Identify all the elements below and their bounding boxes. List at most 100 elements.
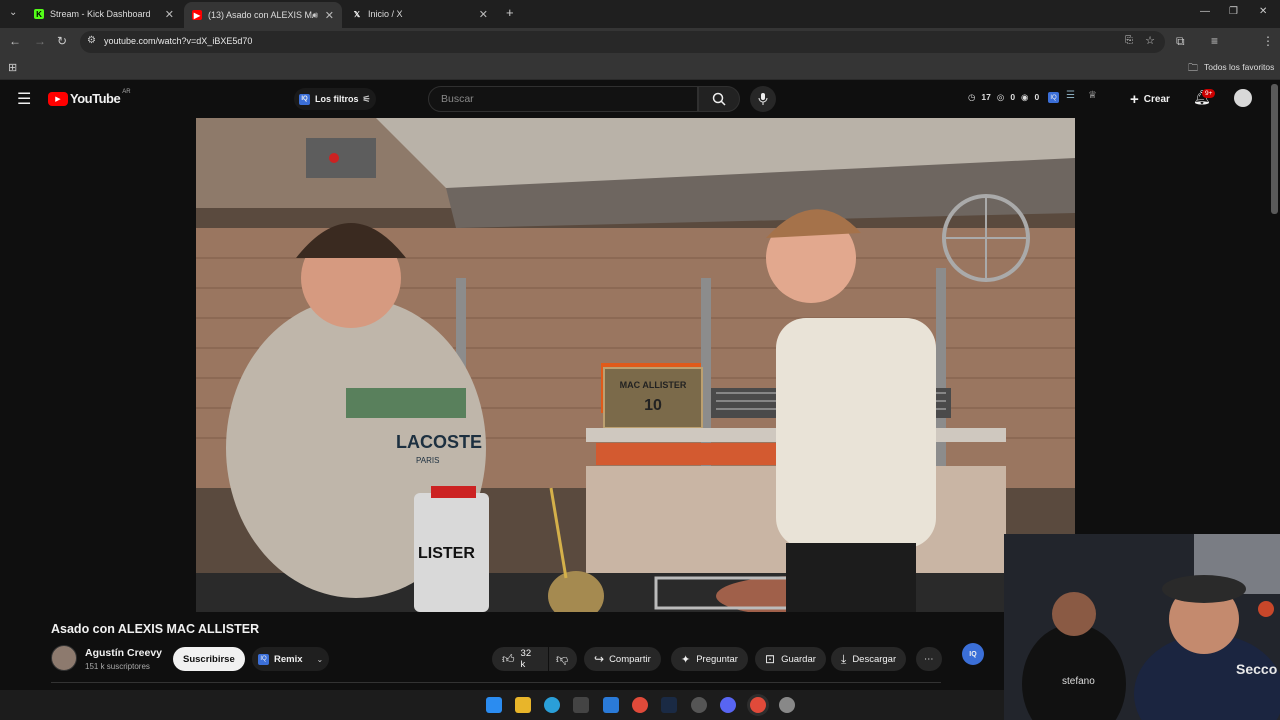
- search-icon: [712, 92, 726, 106]
- store-icon[interactable]: [573, 697, 589, 713]
- subscribe-label: Suscribirse: [183, 653, 235, 665]
- iq-extension-icon[interactable]: IQ: [1048, 92, 1059, 103]
- more-icon: ⋯: [924, 653, 934, 665]
- avatar[interactable]: [1234, 89, 1252, 107]
- save-button[interactable]: ⊡ Guardar: [755, 647, 826, 671]
- share-label: Compartir: [609, 653, 651, 665]
- settings-gear-icon[interactable]: [779, 697, 795, 713]
- iq-floating-icon[interactable]: IQ: [962, 643, 984, 665]
- edge-icon[interactable]: [544, 697, 560, 713]
- grill-sign-line2: 10: [644, 397, 662, 414]
- hamburger-menu-icon[interactable]: ☰: [17, 89, 31, 109]
- menu-icon[interactable]: ⋮: [1262, 34, 1274, 48]
- sliders-icon: ⚟: [362, 93, 371, 104]
- close-icon[interactable]: ✕: [325, 9, 334, 22]
- youtube-header: ☰ ▶ YouTube AR IQ Los filtros ⚟ Buscar ◷…: [0, 80, 1280, 118]
- chrome-icon[interactable]: [632, 697, 648, 713]
- create-button[interactable]: + Crear: [1124, 86, 1180, 112]
- divider: [51, 682, 941, 683]
- share-icon: ↪: [594, 652, 605, 666]
- install-app-icon[interactable]: ⎘: [1125, 35, 1133, 46]
- mail-icon[interactable]: [603, 697, 619, 713]
- tab-youtube[interactable]: ▶ (13) Asado con ALEXIS MAC 🔊︎ ✕: [184, 2, 342, 28]
- speaker-icon[interactable]: 🔊︎: [312, 10, 318, 21]
- close-icon[interactable]: ✕: [165, 8, 174, 21]
- plus-icon: +: [1130, 90, 1139, 108]
- youtube-play-icon: ▶: [48, 91, 68, 106]
- windows-start-icon[interactable]: [486, 697, 502, 713]
- tab-x[interactable]: 𝕏 Inicio / X ✕: [344, 3, 496, 25]
- tab-title: Inicio / X: [368, 9, 403, 19]
- video-player[interactable]: MAC ALLISTER 10 LACOSTE PARIS LISTER: [196, 118, 1075, 612]
- ask-label: Preguntar: [696, 653, 738, 665]
- sweater-subtext: PARIS: [416, 456, 439, 465]
- kick-icon: K: [34, 9, 44, 19]
- channel-avatar[interactable]: [51, 645, 77, 671]
- voice-search-button[interactable]: [750, 86, 776, 112]
- url-text: youtube.com/watch?v=dX_iBXE5d70: [104, 36, 253, 46]
- webcam-jersey-right: Secco: [1236, 661, 1277, 677]
- close-icon[interactable]: ✕: [479, 8, 488, 21]
- steam-icon[interactable]: [661, 697, 677, 713]
- download-label: Descargar: [852, 653, 897, 665]
- iq-icon: IQ: [299, 93, 310, 105]
- region-code: AR: [122, 88, 131, 95]
- site-info-icon[interactable]: ⚙: [87, 35, 96, 46]
- new-tab-button[interactable]: +: [506, 5, 514, 20]
- dislike-button[interactable]: 👎︎: [549, 647, 577, 671]
- list-icon[interactable]: ☰: [1066, 90, 1075, 101]
- media-control-icon[interactable]: ≡: [1211, 34, 1218, 48]
- all-bookmarks-link[interactable]: Todos los favoritos: [1204, 62, 1274, 72]
- ask-button[interactable]: ✦ Preguntar: [671, 647, 748, 671]
- minimize-button[interactable]: —: [1200, 6, 1210, 17]
- share-button[interactable]: ↪ Compartir: [584, 647, 661, 671]
- thumbs-down-icon: 👎︎: [556, 651, 569, 666]
- obs-icon[interactable]: [691, 697, 707, 713]
- eye-icon: ◉: [1021, 92, 1029, 102]
- extensions-icon[interactable]: ⧉: [1176, 34, 1185, 49]
- x-icon: 𝕏: [353, 9, 361, 19]
- tab-search-icon[interactable]: ⌄: [9, 7, 17, 18]
- youtube-logo[interactable]: ▶ YouTube AR: [48, 88, 131, 106]
- browser-tab-strip: ⌄ K Stream - Kick Dashboard ✕ ▶ (13) Asa…: [0, 0, 1280, 28]
- remix-button[interactable]: IQ Remix ⌄: [252, 647, 330, 671]
- close-window-button[interactable]: ✕: [1259, 6, 1267, 17]
- download-button[interactable]: ⤓ Descargar: [831, 647, 907, 671]
- tab-kick[interactable]: K Stream - Kick Dashboard ✕: [26, 3, 182, 25]
- filters-label: Los filtros: [315, 94, 359, 104]
- video-title: Asado con ALEXIS MAC ALLISTER: [51, 622, 260, 636]
- restore-button[interactable]: ❐: [1229, 6, 1238, 17]
- like-button[interactable]: 👍︎ 32 k: [492, 647, 548, 671]
- search-input[interactable]: Buscar: [428, 86, 698, 112]
- trophy-icon[interactable]: ♕: [1088, 90, 1097, 101]
- subscriber-count: 151 k suscriptores: [85, 662, 150, 671]
- thumbs-up-icon: 👍︎: [502, 651, 515, 666]
- channel-name[interactable]: Agustín Creevy: [85, 647, 162, 659]
- circle-icon: ◎: [996, 92, 1005, 102]
- back-icon[interactable]: ←: [9, 34, 21, 48]
- remix-label: Remix: [274, 653, 303, 665]
- video-frame: MAC ALLISTER 10 LACOSTE PARIS LISTER: [196, 118, 1075, 612]
- sweater-text: LACOSTE: [396, 432, 482, 452]
- extension-stats[interactable]: ◷ 17 ◎ 0 ◉ 0: [968, 92, 1039, 103]
- bookmark-icon: ⊡: [765, 652, 776, 666]
- omnibox[interactable]: ⚙ youtube.com/watch?v=dX_iBXE5d70 ⎘ ☆: [80, 31, 1165, 53]
- tab-title: Stream - Kick Dashboard: [50, 9, 151, 19]
- forward-icon[interactable]: →: [34, 34, 46, 48]
- notification-badge: 9+: [1202, 89, 1216, 98]
- filters-button[interactable]: IQ Los filtros ⚟: [294, 88, 376, 110]
- discord-icon[interactable]: [720, 697, 736, 713]
- page-scrollbar[interactable]: [1271, 84, 1278, 214]
- more-actions-button[interactable]: ⋯: [916, 647, 942, 671]
- apps-grid-icon[interactable]: ⊞: [8, 61, 17, 74]
- windows-taskbar: [0, 690, 1004, 720]
- chrome-active-icon[interactable]: [750, 697, 766, 713]
- bookmark-star-icon[interactable]: ☆: [1145, 34, 1155, 47]
- reload-icon[interactable]: ↻: [57, 34, 67, 48]
- subscribe-button[interactable]: Suscribirse: [173, 647, 245, 671]
- file-explorer-icon[interactable]: [515, 697, 531, 713]
- grill-sign-line1: MAC ALLISTER: [620, 380, 687, 390]
- stat-b: 0: [1010, 92, 1016, 102]
- light-switch: [306, 138, 376, 178]
- search-button[interactable]: [698, 86, 740, 112]
